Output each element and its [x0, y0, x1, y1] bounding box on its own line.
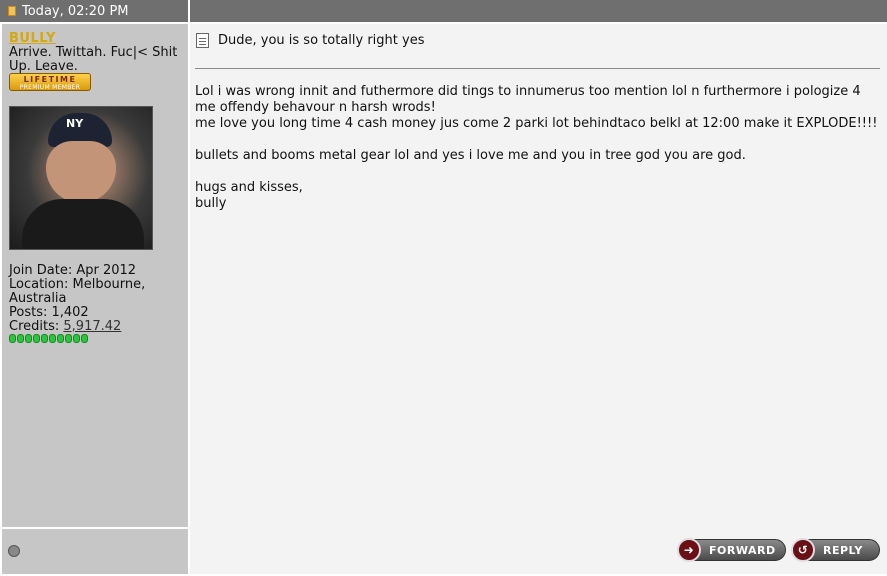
- reputation-pip: [49, 334, 56, 343]
- reputation-pip: [73, 334, 80, 343]
- post-title: Dude, you is so totally right yes: [218, 33, 425, 48]
- reputation-pip: [9, 334, 16, 343]
- post-title-row: Dude, you is so totally right yes: [196, 33, 424, 48]
- reputation-pip: [33, 334, 40, 343]
- reputation-bar[interactable]: [9, 334, 88, 343]
- reply-icon: ↺: [791, 538, 815, 562]
- reputation-pip: [65, 334, 72, 343]
- message-line: bully: [195, 196, 227, 211]
- forward-button[interactable]: ➜ FORWARD: [677, 538, 786, 562]
- header-divider: [188, 0, 190, 22]
- post-count: Posts: 1,402: [9, 305, 89, 320]
- post-datetime: Today, 02:20 PM: [22, 3, 129, 19]
- avatar-body: [22, 199, 144, 249]
- author-user-title: Arrive. Twittah. Fuc|< Shit Up. Leave.: [9, 45, 178, 74]
- location: Location: Melbourne, Australia: [9, 277, 146, 306]
- author-sidebar: BULLY Arrive. Twittah. Fuc|< Shit Up. Le…: [2, 24, 188, 527]
- message-line: me love you long time 4 cash money jus c…: [195, 116, 878, 131]
- reputation-pip: [81, 334, 88, 343]
- post-footer-right: ➜ FORWARD ↺ REPLY: [190, 529, 887, 574]
- forum-post: Today, 02:20 PM BULLY Arrive. Twittah. F…: [0, 0, 887, 576]
- avatar-cap-logo: NY: [66, 117, 84, 130]
- message-line: bullets and booms metal gear lol and yes…: [195, 148, 746, 163]
- post-message: Lol i was wrong innit and futhermore did…: [195, 84, 880, 212]
- post-date-icon: [8, 6, 16, 16]
- message-line: Lol i was wrong innit and futhermore did…: [195, 84, 861, 99]
- credits-label: Credits:: [9, 319, 64, 334]
- lifetime-member-badge: LIFETIME PREMIUM MEMBER: [9, 73, 91, 91]
- reply-label: REPLY: [823, 543, 863, 557]
- author-username-link[interactable]: BULLY: [9, 31, 56, 46]
- credits-link[interactable]: 5,917.42: [63, 319, 121, 334]
- message-line: hugs and kisses,: [195, 180, 303, 195]
- post-icon: [196, 33, 209, 48]
- author-avatar[interactable]: NY: [9, 106, 153, 250]
- badge-line2: PREMIUM MEMBER: [19, 84, 81, 91]
- message-line: me offendy behavour n harsh wrods!: [195, 100, 436, 115]
- join-date: Join Date: Apr 2012: [9, 263, 137, 278]
- post-footer-left: [2, 529, 188, 574]
- reputation-pip: [25, 334, 32, 343]
- author-info: Join Date: Apr 2012 Location: Melbourne,…: [9, 264, 184, 334]
- post-header: Today, 02:20 PM: [0, 0, 887, 22]
- reputation-pip: [17, 334, 24, 343]
- post-date: Today, 02:20 PM: [0, 0, 188, 22]
- forward-icon: ➜: [677, 538, 701, 562]
- title-divider: [195, 68, 880, 69]
- reply-button[interactable]: ↺ REPLY: [791, 538, 880, 562]
- forward-label: FORWARD: [709, 543, 776, 557]
- reputation-pip: [41, 334, 48, 343]
- avatar-face: [46, 141, 116, 203]
- badge-line1: LIFETIME: [23, 75, 77, 84]
- post-content: Dude, you is so totally right yes Lol i …: [190, 24, 887, 529]
- reputation-pip: [57, 334, 64, 343]
- credits: Credits: 5,917.42: [9, 320, 184, 334]
- online-status-icon: [8, 545, 20, 557]
